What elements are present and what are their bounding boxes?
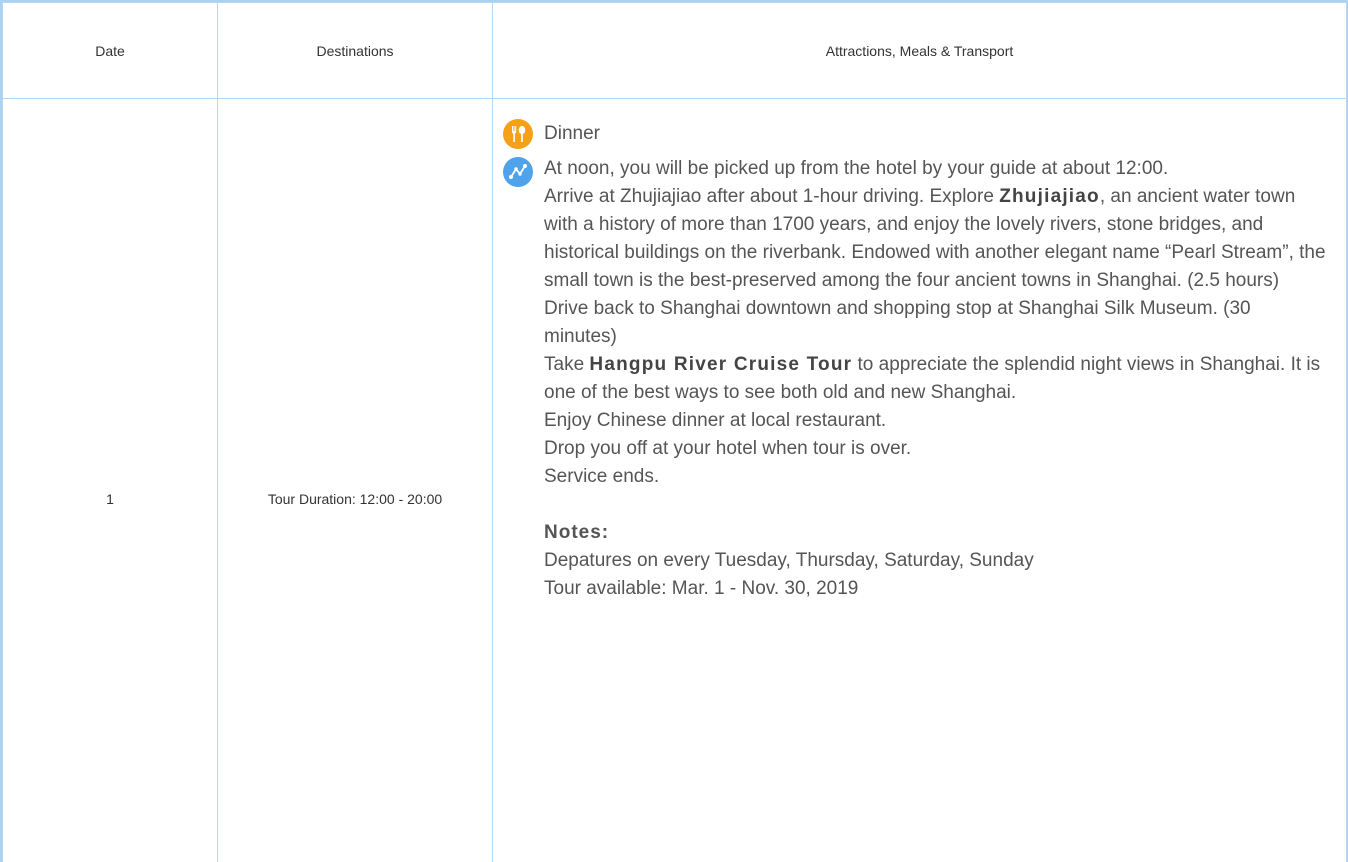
itinerary-cruise: Take Hangpu River Cruise Tour to appreci… <box>544 354 1321 403</box>
itinerary-text: At noon, you will be picked up from the … <box>544 155 1326 603</box>
header-destinations: Destinations <box>217 2 493 99</box>
notes-section: Notes: Depatures on every Tuesday, Thurs… <box>544 519 1326 603</box>
meal-row: Dinner <box>503 119 1326 149</box>
notes-departures: Depatures on every Tuesday, Thursday, Sa… <box>544 550 1034 571</box>
itinerary-dropoff: Drop you off at your hotel when tour is … <box>544 438 912 459</box>
itinerary-end: Service ends. <box>544 466 660 487</box>
attractions-cell: Dinner At noon, you will be picked up fr… <box>492 98 1347 862</box>
itinerary-zhujiajiao: Arrive at Zhujiajiao after about 1-hour … <box>544 186 1326 291</box>
itinerary-pickup: At noon, you will be picked up from the … <box>544 158 1169 179</box>
itinerary-silk-museum: Drive back to Shanghai downtown and shop… <box>544 298 1251 347</box>
header-attractions: Attractions, Meals & Transport <box>492 2 1347 99</box>
table-row: 1 Tour Duration: 12:00 - 20:00 Dinner At… <box>2 98 1347 862</box>
header-date: Date <box>2 2 218 99</box>
destination-cell: Tour Duration: 12:00 - 20:00 <box>217 98 493 862</box>
fork-spoon-icon <box>503 119 533 149</box>
meal-label: Dinner <box>544 123 600 144</box>
highlight-zhujiajiao: Zhujiajiao <box>999 186 1100 207</box>
highlight-cruise: Hangpu River Cruise Tour <box>589 354 853 375</box>
notes-title: Notes: <box>544 522 610 543</box>
notes-availability: Tour available: Mar. 1 - Nov. 30, 2019 <box>544 578 859 599</box>
itinerary-row: At noon, you will be picked up from the … <box>503 155 1326 603</box>
day-cell: 1 <box>2 98 218 862</box>
table-header-row: Date Destinations Attractions, Meals & T… <box>2 2 1347 99</box>
route-icon <box>503 157 533 187</box>
itinerary-table: Date Destinations Attractions, Meals & T… <box>2 2 1347 862</box>
itinerary-dinner: Enjoy Chinese dinner at local restaurant… <box>544 410 887 431</box>
